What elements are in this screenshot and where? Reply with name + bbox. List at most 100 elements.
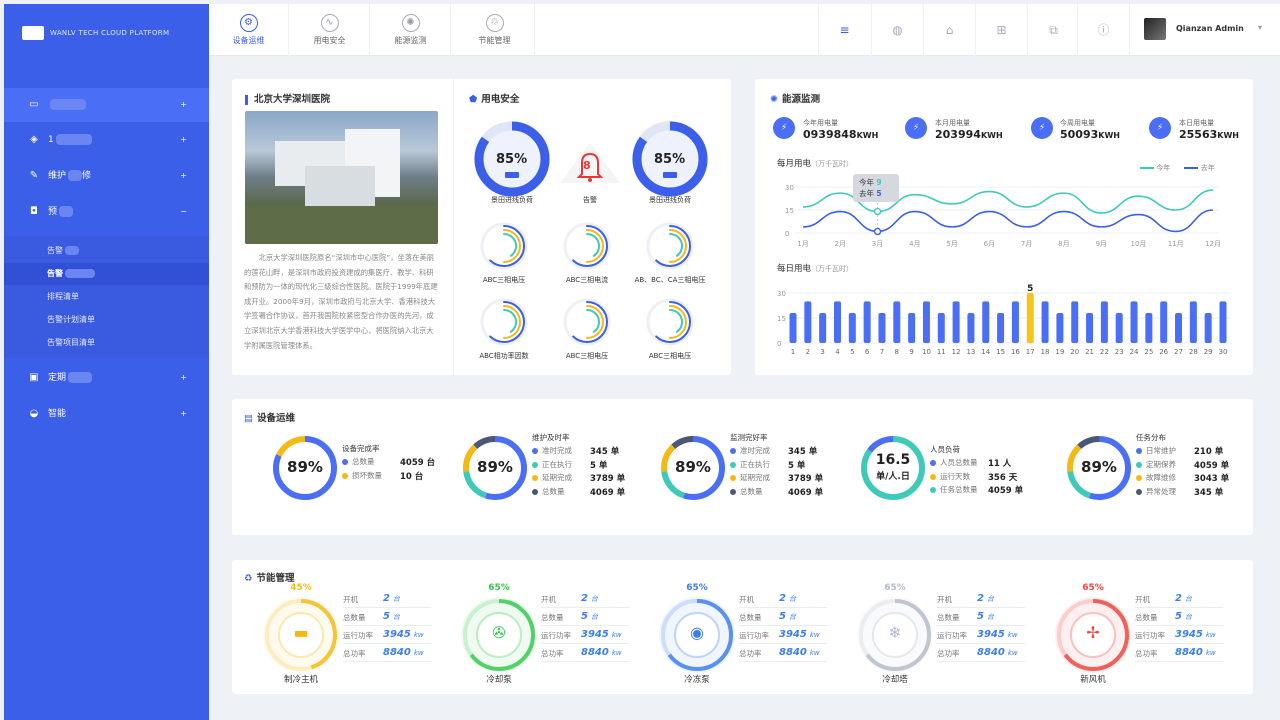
equipment-row-value: 2台 (581, 593, 598, 604)
daily-bar-chart: 015301 2 3 4 5 6 7 8 9 10 11 12 13 14 15 16 17518 19 20 21 2… (777, 284, 1231, 356)
series-line-last (802, 209, 1214, 233)
legend-dot (532, 461, 538, 468)
globe-icon[interactable]: ◍ (871, 4, 923, 56)
sidebar-item-maintenance[interactable]: ✎ 维护 修 + (4, 159, 209, 193)
ops-row-value: 3789 单 (788, 474, 824, 484)
x-tick-label: 29 (1204, 348, 1213, 356)
ops-ring-value: 89% (287, 458, 323, 476)
fan-pump-icon: ✇ (492, 623, 506, 642)
bar (1041, 301, 1049, 343)
sidebar-item-monitor[interactable]: ▭ + (4, 88, 209, 122)
sidebar-item-label: 1 (48, 135, 54, 145)
equipment-row-label: 总功率 (739, 649, 762, 658)
ops-row-label: 损坏数量 (352, 470, 382, 480)
submenu-item[interactable]: 排程清单 (4, 286, 209, 308)
ops-row: 总数量 4059 台 (342, 456, 435, 468)
equipment-power-row: 总功率 8840 kw (937, 647, 1025, 662)
hospital-photo (245, 111, 438, 244)
phase-ring-label: ABC三相电压 (482, 276, 526, 284)
bar (1145, 313, 1153, 343)
bar (1086, 313, 1094, 343)
submenu-item[interactable]: 告警项目清单 (4, 332, 209, 354)
grid-icon[interactable]: ⊞ (975, 4, 1027, 56)
hospital-card: 北京大学深圳医院 北京大学深圳医院原名“深圳市中心医院”，坐落在美丽的莲花山畔，… (232, 79, 731, 375)
user-menu[interactable]: Qianzan Admin ▾ (1129, 4, 1279, 56)
submenu-item[interactable]: 告警计划清单 (4, 309, 209, 331)
submenu-item-active[interactable]: 告警 (4, 263, 209, 285)
equipment-row-value: 2台 (779, 593, 796, 604)
equipment-pct: 65% (686, 583, 708, 593)
equipment-row-label: 总功率 (541, 649, 564, 658)
bar (1026, 293, 1034, 343)
x-tick-label: 23 (1115, 348, 1124, 356)
equipment-row-label: 总功率 (343, 649, 366, 658)
ops-row-label: 延期完成 (740, 473, 770, 482)
bar (833, 301, 841, 343)
x-tick-label: 18 (1041, 348, 1050, 356)
window-icon[interactable]: ⧉ (1027, 4, 1079, 56)
home-icon[interactable]: ⌂ (923, 4, 975, 56)
equipment-row-value: 8840 kw (581, 647, 622, 658)
equipment-row-label: 总数量 (937, 613, 960, 622)
sidebar-item-alert[interactable]: ◘ 预 − (4, 195, 209, 229)
equipment-row-value: 2台 (383, 593, 400, 604)
expand-icon: + (180, 171, 187, 180)
bar (1219, 301, 1227, 343)
ops-row-value: 345 单 (1194, 487, 1224, 498)
stat-label: 今周用电量 (1060, 119, 1095, 127)
sidebar-item-smart[interactable]: ◒ 智能 + (4, 397, 209, 431)
submenu-item[interactable]: 告警 (4, 240, 209, 262)
peak-label: 5 (1027, 284, 1033, 294)
x-tick-label: 7月 (1021, 240, 1032, 248)
bar (1130, 301, 1138, 343)
submenu-label: 告警 (47, 269, 63, 278)
equipment-row-label: 开机 (739, 595, 754, 604)
ops-row-label: 故障维修 (1146, 473, 1176, 482)
ops-row: 损坏数量 10 台 (342, 470, 423, 482)
x-tick-label: 27 (1174, 348, 1183, 356)
bar (1071, 301, 1079, 343)
ops-row: 故障维修 3043 单 (1136, 472, 1229, 484)
tab-ops[interactable]: ⚙ 设备运维 (209, 4, 289, 56)
ops-row: 延期完成 3789 单 (730, 472, 823, 484)
saving-title: ♻ 节能管理 (244, 573, 295, 584)
ops-row-label: 准时完成 (740, 446, 770, 455)
tab-energy[interactable]: ✺ 能源监测 (371, 4, 451, 56)
expand-icon: + (180, 100, 187, 109)
ops-ring-value: 89% (477, 458, 513, 476)
x-tick-label: 11 (937, 348, 946, 356)
sidebar-item-periodic[interactable]: ▣ 定期 + (4, 361, 209, 395)
shield-icon: ⬟ (469, 94, 478, 105)
gear-icon: ⚙ (239, 14, 258, 32)
ops-row-value: 5 单 (788, 460, 806, 471)
legend-dot (1136, 448, 1142, 454)
hospital-description: 北京大学深圳医院原名“深圳市中心医院”，坐落在美丽的莲花山畔，是深圳市政府投资建… (244, 253, 438, 350)
info-icon[interactable]: ⓘ (1077, 4, 1129, 56)
gauge-1-value: 85% (496, 152, 528, 167)
phase-ring (480, 222, 528, 270)
ops-title: ▤ 设备运维 (244, 413, 295, 424)
sidebar-item-layers[interactable]: ◈ 1 + (4, 123, 209, 157)
tab-label: 设备运维 (232, 36, 265, 45)
tab-safety[interactable]: ∿ 用电安全 (290, 4, 370, 56)
x-tick-label: 21 (1085, 348, 1094, 356)
ops-row-label: 正在执行 (542, 459, 572, 469)
sidebar: WANLV TECH CLOUD PLATFORM ▭ + ◈ 1 + ✎ 维护修 + ◘… (4, 4, 209, 720)
equipment-row-value: 5台 (581, 611, 598, 622)
equipment-power-row: 总功率 8840 kw (343, 647, 431, 662)
bar (1115, 313, 1123, 343)
stat-label: 本月用电量 (935, 119, 970, 127)
y-tick-label: 15 (785, 207, 794, 215)
tab-saving[interactable]: ♲ 节能管理 (455, 4, 535, 56)
phase-ring-label: AB、BC、CA三相电压 (634, 276, 706, 284)
chevron-down-icon: ▾ (1258, 23, 1263, 32)
x-tick-label: 2 (806, 348, 810, 356)
ops-row: 定期保养 4059 单 (1136, 459, 1229, 471)
point-this (873, 207, 882, 216)
x-tick-label: 9月 (1095, 240, 1106, 248)
ops-row-value: 4059 单 (1194, 460, 1230, 471)
equipment-row-label: 开机 (937, 595, 952, 604)
ops-row: 总数量 4069 单 (532, 486, 625, 498)
menu-icon[interactable]: ≡ (818, 4, 870, 56)
bar (789, 313, 797, 343)
